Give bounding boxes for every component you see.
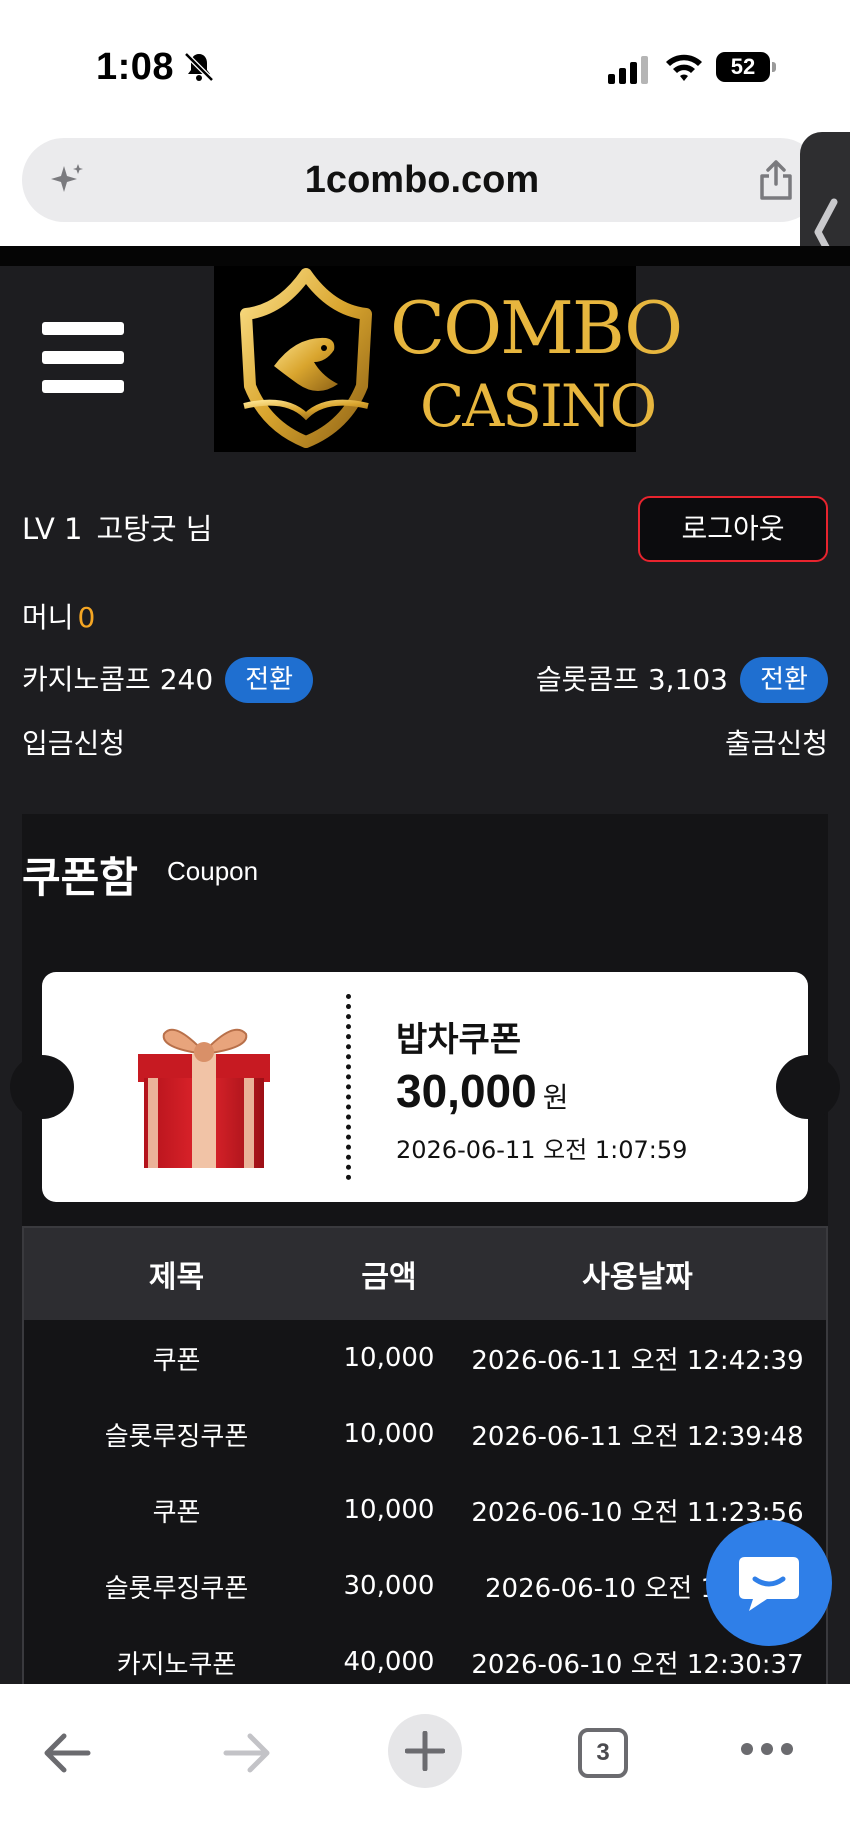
row-title: 슬롯루징쿠폰 <box>104 1573 249 1604</box>
bell-slash-icon <box>184 52 214 82</box>
back-icon[interactable] <box>42 1730 92 1776</box>
status-time: 1:08 <box>96 46 175 88</box>
ticket-unit: 원 <box>542 1081 569 1114</box>
ticket-divider <box>346 994 351 1180</box>
logo-text-combo: COMBO <box>390 286 683 370</box>
more-icon[interactable] <box>740 1742 794 1756</box>
header-date: 사용날짜 <box>582 1260 693 1295</box>
coupon-panel: 쿠폰함 Coupon 밥차쿠폰 30,000 원 2026-06-11 오전 1… <box>10 814 840 1700</box>
chat-icon <box>739 1557 799 1611</box>
status-bar: 1:08 52 <box>0 0 850 120</box>
site-header: COMBO CASINO <box>0 266 850 462</box>
wifi-icon <box>666 54 702 81</box>
header-amount: 금액 <box>361 1260 417 1295</box>
deposit-link[interactable]: 입금신청 <box>22 722 125 762</box>
table-row: 쿠폰 10,000 2026-06-10 오전 11:23:56 <box>24 1472 826 1548</box>
coupon-title: 쿠폰함 <box>22 853 138 902</box>
menu-icon[interactable] <box>42 322 124 393</box>
signal-icon <box>608 56 648 84</box>
row-date: 2026-06-11 오전 12:39:48 <box>471 1421 804 1452</box>
table-header: 제목 금액 사용날짜 <box>24 1228 826 1320</box>
new-tab-button[interactable] <box>388 1714 462 1788</box>
header-strip <box>0 246 850 266</box>
row-amount: 40,000 <box>343 1647 435 1677</box>
user-level: LV 1 <box>22 512 83 546</box>
money-info: 머니 0 <box>22 596 95 636</box>
row-amount: 30,000 <box>343 1571 435 1601</box>
money-label: 머니 <box>22 601 74 634</box>
forward-icon[interactable] <box>222 1730 272 1776</box>
row-amount: 10,000 <box>343 1495 435 1525</box>
row-title: 카지노쿠폰 <box>116 1649 237 1680</box>
gift-icon <box>138 1028 270 1168</box>
battery-icon: 52 <box>716 52 776 82</box>
money-value: 0 <box>77 601 96 634</box>
table-row: 쿠폰 10,000 2026-06-11 오전 12:42:39 <box>24 1320 826 1396</box>
row-title: 슬롯루징쿠폰 <box>104 1421 249 1452</box>
url-text[interactable]: 1combo.com <box>22 138 822 222</box>
browser-url-area: 1combo.com <box>0 120 850 246</box>
tabs-count-button[interactable]: 3 <box>578 1728 628 1778</box>
share-icon[interactable] <box>756 158 796 202</box>
row-title: 쿠폰 <box>152 1497 201 1528</box>
withdraw-link[interactable]: 출금신청 <box>725 722 828 762</box>
casino-comp: 카지노콤프 240 전환 <box>22 656 314 704</box>
slot-comp-convert-button[interactable]: 전환 <box>740 657 828 703</box>
coupon-history-table: 제목 금액 사용날짜 쿠폰 10,000 2026-06-11 오전 12:42… <box>22 1226 828 1700</box>
plus-icon <box>405 1731 445 1771</box>
chat-button[interactable] <box>706 1520 832 1646</box>
ticket-name: 밥차쿠폰 <box>396 1020 522 1060</box>
logo-text-casino: CASINO <box>420 372 657 440</box>
row-date: 2026-06-10 오전 12:30:37 <box>471 1649 804 1680</box>
user-info: LV 1 고탕굿 님 <box>22 506 212 548</box>
table-row: 슬롯루징쿠폰 10,000 2026-06-11 오전 12:39:48 <box>24 1396 826 1472</box>
slot-comp: 슬롯콤프 3,103 전환 <box>536 656 828 704</box>
slot-comp-label: 슬롯콤프 3,103 <box>535 663 728 696</box>
ticket-amount: 30,000 원 <box>396 1064 568 1118</box>
row-title: 쿠폰 <box>152 1345 201 1376</box>
battery-level: 52 <box>716 52 770 82</box>
ticket-amount-value: 30,000 <box>396 1065 537 1117</box>
coupon-ticket[interactable]: 밥차쿠폰 30,000 원 2026-06-11 오전 1:07:59 <box>10 972 840 1202</box>
address-bar[interactable]: 1combo.com <box>22 138 822 222</box>
site-logo[interactable]: COMBO CASINO <box>214 266 683 452</box>
user-nickname: 고탕굿 님 <box>96 512 213 546</box>
casino-comp-convert-button[interactable]: 전환 <box>225 657 314 703</box>
logout-button[interactable]: 로그아웃 <box>638 496 828 562</box>
row-amount: 10,000 <box>343 1419 435 1449</box>
shield-logo-icon <box>240 268 372 448</box>
browser-toolbar: 3 <box>0 1684 850 1848</box>
header-title: 제목 <box>148 1260 205 1295</box>
row-date: 2026-06-11 오전 12:42:39 <box>471 1345 804 1376</box>
casino-comp-label: 카지노콤프 240 <box>22 663 214 696</box>
coupon-subtitle: Coupon <box>167 856 259 886</box>
ticket-date: 2026-06-11 오전 1:07:59 <box>396 1136 688 1164</box>
row-amount: 10,000 <box>343 1343 435 1373</box>
